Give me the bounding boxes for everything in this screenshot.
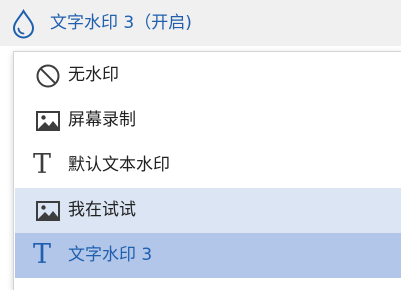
menu-item-text-watermark-3[interactable]: T 文字水印 3 [15, 233, 401, 278]
menu-item-screen-recording[interactable]: 屏幕录制 [15, 98, 401, 143]
image-icon [35, 108, 61, 134]
menu-item-label: 文字水印 3 [68, 245, 153, 265]
menu-item-label: 默认文本水印 [68, 155, 170, 175]
image-icon [35, 198, 61, 224]
menu-item-label: 我在试试 [68, 200, 136, 220]
text-t-icon: T [33, 239, 52, 270]
dropdown-current-value: 文字水印 3（开启) [50, 13, 192, 33]
no-watermark-icon [35, 63, 61, 89]
water-drop-icon [11, 9, 36, 39]
menu-item-default-text-watermark[interactable]: T 默认文本水印 [15, 143, 401, 188]
menu-item-label: 无水印 [68, 65, 119, 85]
menu-item-no-watermark[interactable]: 无水印 [15, 53, 401, 98]
text-t-icon: T [33, 149, 52, 180]
watermark-dropdown[interactable]: 文字水印 3（开启) [0, 0, 401, 46]
menu-item-trying[interactable]: 我在试试 [15, 188, 401, 233]
watermark-menu: 无水印 屏幕录制 T 默认文本水印 我在试试 T 文字水印 3 [13, 51, 401, 290]
menu-item-label: 屏幕录制 [68, 110, 136, 130]
